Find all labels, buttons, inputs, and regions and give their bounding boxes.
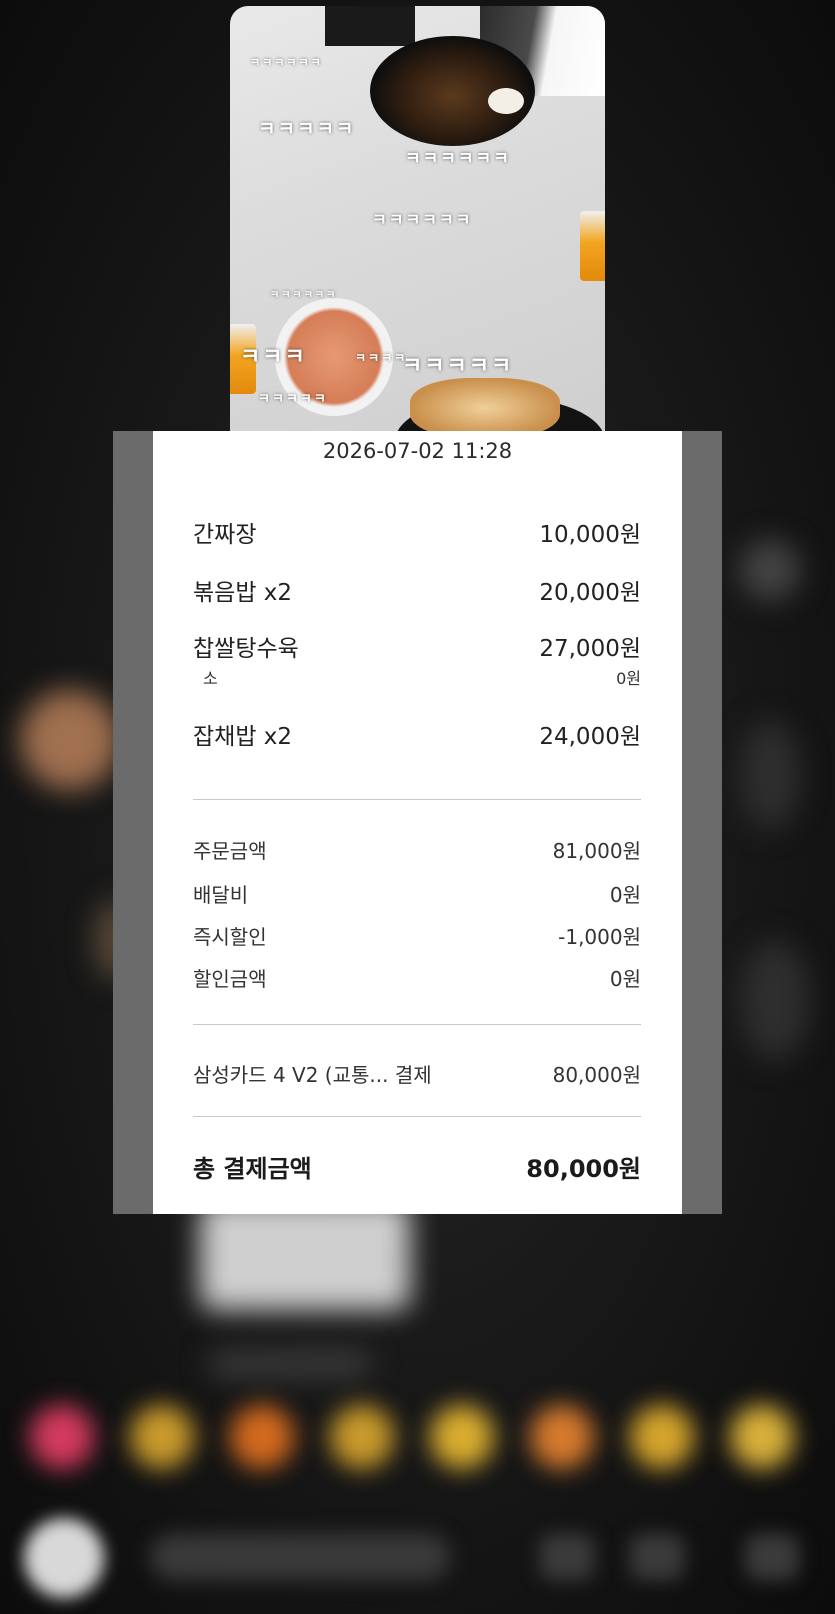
message-input[interactable]: [150, 1534, 450, 1580]
reaction-emoji[interactable]: [530, 1405, 594, 1469]
blurred-shape: [740, 940, 810, 1060]
divider: [193, 799, 641, 800]
food-photo: ㅋㅋㅋㅋㅋㅋ ㅋㅋㅋㅋㅋ ㅋㅋㅋㅋㅋㅋ ㅋㅋㅋㅋㅋㅋ ㅋㅋㅋㅋㅋㅋ ㅋㅋㅋ ㅋㅋ…: [230, 6, 605, 431]
summary-value: 0원: [609, 967, 641, 991]
item-price: 10,000원: [539, 522, 641, 548]
overlay-text: ㅋㅋㅋㅋㅋㅋ: [250, 56, 323, 69]
item-name: 볶음밥 x2: [193, 580, 293, 606]
overlay-text: ㅋㅋㅋㅋㅋㅋ: [270, 290, 338, 301]
order-item: 잡채밥 x2 24,000원: [193, 717, 641, 751]
option-name: 소: [203, 669, 218, 688]
item-price: 27,000원: [539, 636, 641, 662]
receipt-frame: 2026-07-02 11:28 간짜장 10,000원 볶음밥 x2 20,0…: [113, 431, 722, 1214]
heart-icon[interactable]: [540, 1534, 594, 1580]
reaction-bar: [0, 1405, 835, 1485]
summary-label: 주문금액: [193, 839, 267, 863]
blurred-shape: [740, 540, 800, 600]
order-item: 볶음밥 x2 20,000원: [193, 573, 641, 607]
reaction-emoji[interactable]: [630, 1405, 694, 1469]
payment-row: 삼성카드 4 V2 (교통... 결제 80,000원: [193, 1059, 641, 1088]
total-row: 총 결제금액 80,000원: [193, 1149, 641, 1184]
summary-row: 할인금액 0원: [193, 963, 641, 992]
summary-value: 0원: [609, 883, 641, 907]
item-price: 20,000원: [539, 580, 641, 606]
reaction-emoji[interactable]: [730, 1405, 794, 1469]
summary-label: 배달비: [193, 883, 249, 907]
payment-method: 삼성카드 4 V2 (교통... 결제: [193, 1063, 432, 1087]
payment-amount: 80,000원: [552, 1063, 641, 1087]
summary-row: 즉시할인 -1,000원: [193, 921, 641, 950]
blurred-thumbnail: [200, 1200, 410, 1310]
item-option: 소 0원: [193, 665, 641, 689]
item-price: 24,000원: [539, 724, 641, 750]
divider: [193, 1116, 641, 1117]
reaction-emoji[interactable]: [430, 1405, 494, 1469]
overlay-text: ㅋㅋㅋ: [240, 345, 307, 370]
blurred-shape: [740, 720, 800, 830]
user-avatar[interactable]: [24, 1518, 104, 1598]
reaction-emoji[interactable]: [230, 1405, 294, 1469]
summary-label: 즉시할인: [193, 925, 267, 949]
order-item: 간짜장 10,000원: [193, 515, 641, 549]
summary-value: 81,000원: [552, 839, 641, 863]
divider: [193, 1024, 641, 1025]
overlay-text: ㅋㅋㅋㅋㅋ: [258, 118, 356, 140]
blurred-avatar: [20, 690, 120, 790]
more-icon[interactable]: [745, 1534, 799, 1580]
overlay-text: ㅋㅋㅋㅋㅋ: [258, 392, 328, 407]
summary-row: 배달비 0원: [193, 879, 641, 908]
option-price: 0원: [616, 669, 641, 688]
blurred-text: [210, 1350, 370, 1378]
total-amount: 80,000원: [526, 1155, 641, 1183]
total-label: 총 결제금액: [193, 1155, 312, 1183]
summary-row: 주문금액 81,000원: [193, 835, 641, 864]
order-item: 찹쌀탕수육 27,000원: [193, 629, 641, 663]
item-name: 간짜장: [193, 522, 257, 548]
overlay-text: ㅋㅋㅋㅋㅋㅋ: [372, 210, 473, 229]
item-name: 찹쌀탕수육: [193, 636, 299, 662]
summary-label: 할인금액: [193, 967, 267, 991]
overlay-text: ㅋㅋㅋㅋㅋ: [402, 354, 514, 379]
reaction-emoji[interactable]: [330, 1405, 394, 1469]
tangsuyuk: [410, 378, 560, 431]
drink-cup: [580, 211, 605, 281]
rice: [488, 88, 524, 114]
overlay-text: ㅋㅋㅋㅋㅋㅋ: [405, 149, 511, 169]
reaction-emoji[interactable]: [130, 1405, 194, 1469]
bottom-message-bar: [0, 1510, 835, 1610]
item-name: 잡채밥 x2: [193, 724, 293, 750]
overlay-text: ㅋㅋㅋㅋ: [355, 351, 408, 365]
order-receipt: 2026-07-02 11:28 간짜장 10,000원 볶음밥 x2 20,0…: [153, 431, 682, 1214]
share-icon[interactable]: [630, 1534, 684, 1580]
photo-sleeve: [325, 6, 415, 46]
reaction-emoji[interactable]: [30, 1405, 94, 1469]
summary-value: -1,000원: [558, 925, 641, 949]
order-timestamp: 2026-07-02 11:28: [322, 439, 513, 463]
